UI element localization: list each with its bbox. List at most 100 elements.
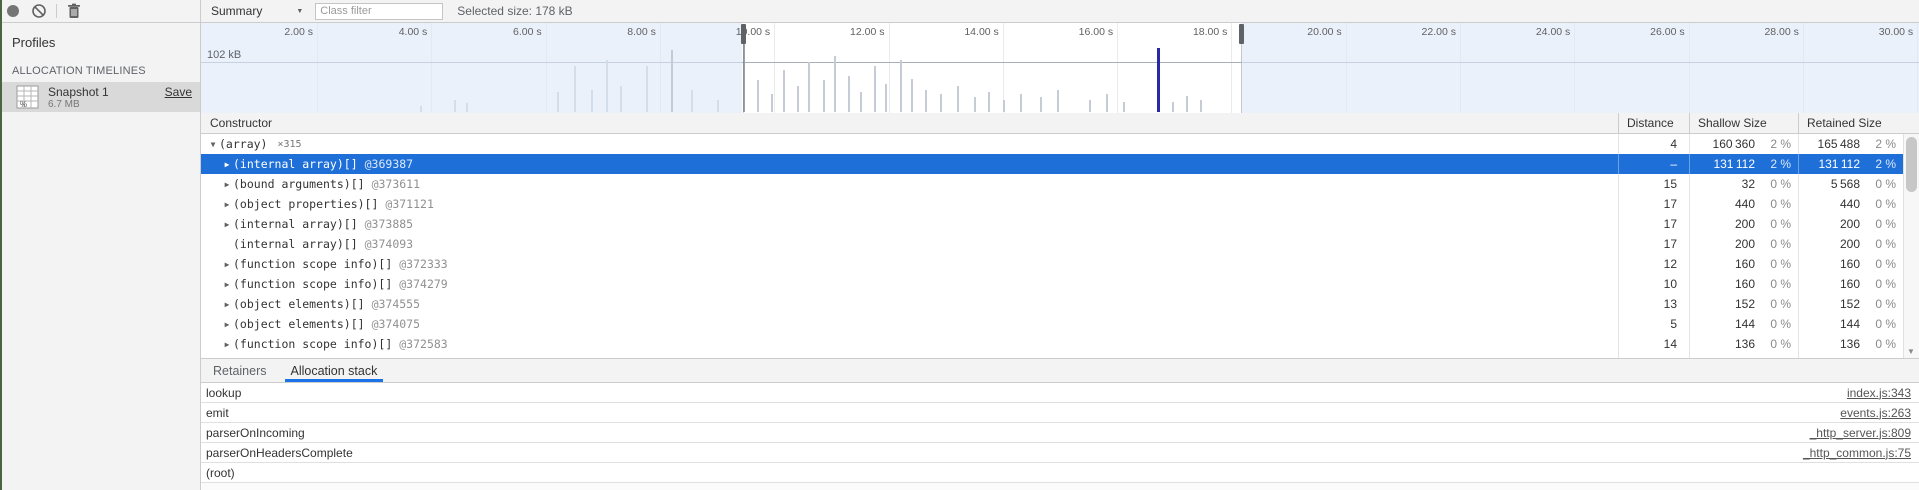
table-row[interactable]: ▶(object elements)[]@374075 5 1440 % 144… xyxy=(201,314,1903,334)
allocation-bar xyxy=(757,80,759,112)
allocation-bar xyxy=(900,60,902,112)
allocation-bar xyxy=(1172,102,1174,112)
distance-value: 10 xyxy=(1664,277,1677,291)
allocation-timeline[interactable]: 102 kB 2.00 s4.00 s6.00 s8.00 s10.00 s12… xyxy=(201,23,1919,114)
table-row[interactable]: ▶(function scope info)[]@372333 12 1600 … xyxy=(201,254,1903,274)
allocation-bar xyxy=(974,97,976,112)
allocation-bar xyxy=(1186,96,1188,112)
table-row-selected[interactable]: ▶(internal array)[]@369387 – 131 1122 % … xyxy=(201,154,1903,174)
retained-size-pct: 0 % xyxy=(1860,297,1903,311)
expand-arrow-icon[interactable]: ▶ xyxy=(221,260,233,269)
stack-frame-row[interactable]: (root) xyxy=(201,463,1919,483)
allocation-bar xyxy=(925,90,927,112)
clear-button[interactable] xyxy=(26,0,52,22)
tab-allocation-stack[interactable]: Allocation stack xyxy=(279,359,390,382)
column-header-constructor[interactable]: Constructor xyxy=(201,113,1618,133)
constructor-name: (function scope info)[] xyxy=(233,277,392,291)
constructor-name: (object properties)[] xyxy=(233,197,378,211)
expand-arrow-icon[interactable]: ▶ xyxy=(221,220,233,229)
shallow-size-value: 131 112 xyxy=(1690,157,1755,171)
selection-right-line xyxy=(1241,44,1242,113)
retained-size-pct: 2 % xyxy=(1860,137,1903,151)
constructor-name: (internal array)[] xyxy=(233,157,358,171)
expand-arrow-icon[interactable]: ▶ xyxy=(221,180,233,189)
column-header-distance[interactable]: Distance xyxy=(1618,113,1689,133)
class-filter-input[interactable] xyxy=(315,3,443,20)
table-row[interactable]: ▼(array)×315 4 160 3602 % 165 4882 % xyxy=(201,134,1903,154)
object-id: @373885 xyxy=(365,217,413,231)
stack-frame-row[interactable]: parserOnIncoming _http_server.js:809 xyxy=(201,423,1919,443)
record-button[interactable] xyxy=(0,0,26,22)
table-row[interactable]: ▶(object elements)[]@374555 13 1520 % 15… xyxy=(201,294,1903,314)
expand-arrow-icon[interactable]: ▶ xyxy=(221,300,233,309)
table-row[interactable]: ▶(object properties)[]@371121 17 4400 % … xyxy=(201,194,1903,214)
stack-frame-row[interactable]: parserOnHeadersComplete _http_common.js:… xyxy=(201,443,1919,463)
allocation-bar xyxy=(1003,100,1005,112)
object-id: @373611 xyxy=(372,177,420,191)
time-tick-label: 20.00 s xyxy=(1280,26,1342,38)
table-row[interactable]: (internal array)[]@374093 17 2000 % 2000… xyxy=(201,234,1903,254)
constructor-name: (internal array)[] xyxy=(233,237,358,251)
expand-arrow-icon[interactable]: ▶ xyxy=(221,160,233,169)
scrollbar-thumb[interactable] xyxy=(1906,137,1917,192)
retained-size-pct: 0 % xyxy=(1860,317,1903,331)
expand-arrow-icon[interactable]: ▼ xyxy=(207,140,219,149)
allocation-bar xyxy=(771,94,773,112)
distance-value: 15 xyxy=(1664,177,1677,191)
time-gridline xyxy=(1117,23,1118,113)
allocation-bar xyxy=(834,56,836,112)
allocation-bar xyxy=(957,86,959,112)
selection-left-line xyxy=(743,44,744,113)
tab-retainers[interactable]: Retainers xyxy=(201,359,279,382)
shallow-size-pct: 0 % xyxy=(1755,277,1798,291)
stack-frame-row[interactable]: emit events.js:263 xyxy=(201,403,1919,423)
selection-left-handle[interactable] xyxy=(741,24,746,44)
source-link[interactable]: index.js:343 xyxy=(1847,386,1919,400)
time-tick-label: 10.00 s xyxy=(708,26,770,38)
expand-arrow-icon[interactable]: ▶ xyxy=(221,320,233,329)
retained-size-pct: 2 % xyxy=(1860,157,1903,171)
perspective-select[interactable]: Summary ▼ xyxy=(211,4,303,18)
sidebar-item-snapshot-1[interactable]: % Snapshot 1 6.7 MB Save xyxy=(0,82,200,112)
shallow-size-value: 160 xyxy=(1690,277,1755,291)
allocation-bar xyxy=(988,92,990,112)
table-row[interactable]: ▶(function scope info)[]@372583 14 1360 … xyxy=(201,334,1903,354)
selection-right-handle[interactable] xyxy=(1239,24,1244,44)
retained-size-pct: 0 % xyxy=(1860,217,1903,231)
table-row[interactable]: ▶(function scope info)[]@374279 10 1600 … xyxy=(201,274,1903,294)
constructor-name: (bound arguments)[] xyxy=(233,177,365,191)
table-row[interactable]: ▶(bound arguments)[]@373611 15 320 % 5 5… xyxy=(201,174,1903,194)
retained-size-value: 440 xyxy=(1799,197,1860,211)
stack-function: parserOnHeadersComplete xyxy=(201,446,353,460)
source-link[interactable]: _http_server.js:809 xyxy=(1810,426,1919,440)
chevron-down-icon: ▼ xyxy=(296,8,303,15)
time-gridline xyxy=(1231,23,1232,113)
delete-profile-button[interactable] xyxy=(61,0,87,22)
allocation-bar xyxy=(940,94,942,112)
stack-frame-row[interactable]: lookup index.js:343 xyxy=(201,383,1919,403)
retained-size-value: 131 112 xyxy=(1799,157,1860,171)
table-row[interactable]: ▶(internal array)[]@373885 17 2000 % 200… xyxy=(201,214,1903,234)
column-header-retained-size[interactable]: Retained Size xyxy=(1798,113,1903,133)
source-link[interactable]: _http_common.js:75 xyxy=(1803,446,1919,460)
profiles-sidebar: Profiles ALLOCATION TIMELINES % Snapshot… xyxy=(0,22,201,490)
snapshot-size: 6.7 MB xyxy=(48,99,80,110)
expand-arrow-icon[interactable]: ▶ xyxy=(221,200,233,209)
active-tab-underline xyxy=(285,379,384,382)
time-tick-label: 22.00 s xyxy=(1394,26,1456,38)
retained-size-pct: 0 % xyxy=(1860,257,1903,271)
expand-arrow-icon[interactable]: ▶ xyxy=(221,340,233,349)
time-gridline xyxy=(889,23,890,113)
column-header-shallow-size[interactable]: Shallow Size xyxy=(1689,113,1798,133)
scrollbar-down-arrow[interactable]: ▼ xyxy=(1907,347,1915,356)
details-tabbar: Retainers Allocation stack xyxy=(201,358,1919,383)
time-tick-label: 16.00 s xyxy=(1051,26,1113,38)
table-scrollbar[interactable]: ▼ xyxy=(1903,134,1919,358)
expand-arrow-icon[interactable]: ▶ xyxy=(221,280,233,289)
shallow-size-pct: 0 % xyxy=(1755,297,1798,311)
source-link[interactable]: events.js:263 xyxy=(1840,406,1919,420)
time-tick-label: 2.00 s xyxy=(251,26,313,38)
shallow-size-value: 200 xyxy=(1690,217,1755,231)
constructor-name: (array) xyxy=(219,137,267,151)
save-link[interactable]: Save xyxy=(165,85,192,99)
